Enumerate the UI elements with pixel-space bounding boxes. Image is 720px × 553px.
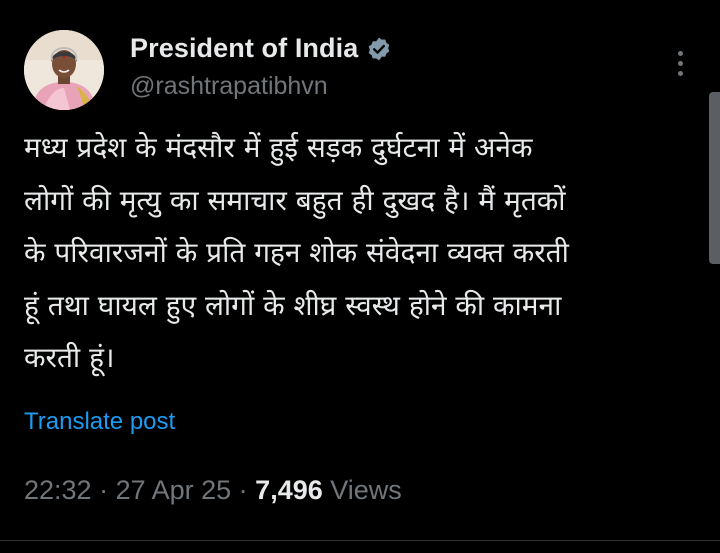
post-time[interactable]: 22:32	[24, 475, 92, 505]
post-meta: 22:32 · 27 Apr 25 · 7,496 Views	[24, 475, 402, 506]
post-date[interactable]: 27 Apr 25	[116, 475, 232, 505]
post-text-line: हूं तथा घायल हुए लोगों के शीघ्र स्वस्थ ह…	[24, 288, 562, 322]
post-text-line: करती हूं।	[24, 341, 115, 374]
avatar-photo	[24, 30, 104, 110]
divider	[0, 540, 720, 541]
author-handle[interactable]: @rashtrapatibhvn	[130, 72, 328, 101]
meta-separator: ·	[231, 475, 256, 505]
author-name-row: President of India	[130, 33, 392, 64]
more-dot-icon	[677, 60, 683, 66]
more-dot-icon	[677, 70, 683, 76]
post-detail: President of India @rashtrapatibhvn मध्य…	[0, 0, 720, 553]
display-name[interactable]: President of India	[130, 33, 358, 64]
scrollbar[interactable]	[709, 92, 720, 264]
verified-badge-icon[interactable]	[366, 36, 392, 62]
post-text: मध्य प्रदेश के मंदसौर में हुई सड़क दुर्घ…	[24, 122, 704, 385]
avatar[interactable]	[24, 30, 104, 110]
meta-separator: ·	[91, 475, 116, 505]
more-options-button[interactable]	[666, 46, 694, 80]
views-label: Views	[322, 475, 402, 505]
post-text-line: के परिवारजनों के प्रति गहन शोक संवेदना व…	[24, 236, 569, 269]
views-count[interactable]: 7,496	[255, 475, 323, 505]
post-text-line: लोगों की मृत्यु का समाचार बहुत ही दुखद ह…	[24, 183, 566, 217]
translate-post-link[interactable]: Translate post	[24, 408, 175, 436]
more-dot-icon	[677, 50, 683, 56]
post-text-line: मध्य प्रदेश के मंदसौर में हुई सड़क दुर्घ…	[24, 131, 533, 164]
